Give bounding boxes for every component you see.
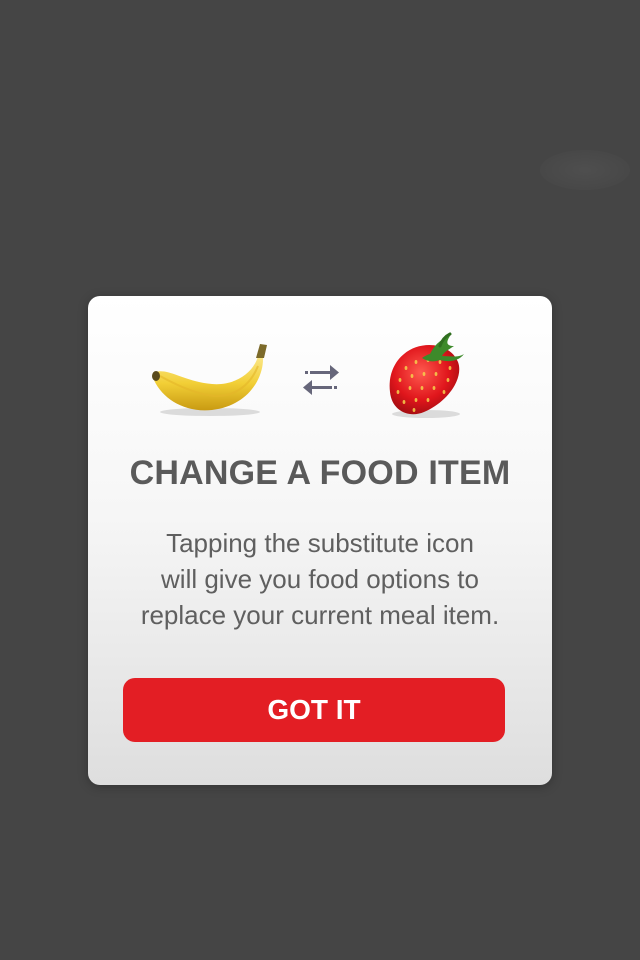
background-shape [540,150,630,190]
substitute-tutorial-dialog: CHANGE A FOOD ITEM Tapping the substitut… [88,296,552,785]
strawberry-icon [389,332,464,418]
swap-icon [303,365,339,395]
banana-icon [152,344,267,416]
dialog-title: CHANGE A FOOD ITEM [129,454,511,492]
dialog-description: Tapping the substitute icon will give yo… [108,525,532,633]
illustration [88,332,552,422]
description-line: Tapping the substitute icon [166,528,474,558]
got-it-button[interactable]: GOT IT [123,678,505,742]
description-line: will give you food options to [161,564,479,594]
description-line: replace your current meal item. [140,600,500,630]
